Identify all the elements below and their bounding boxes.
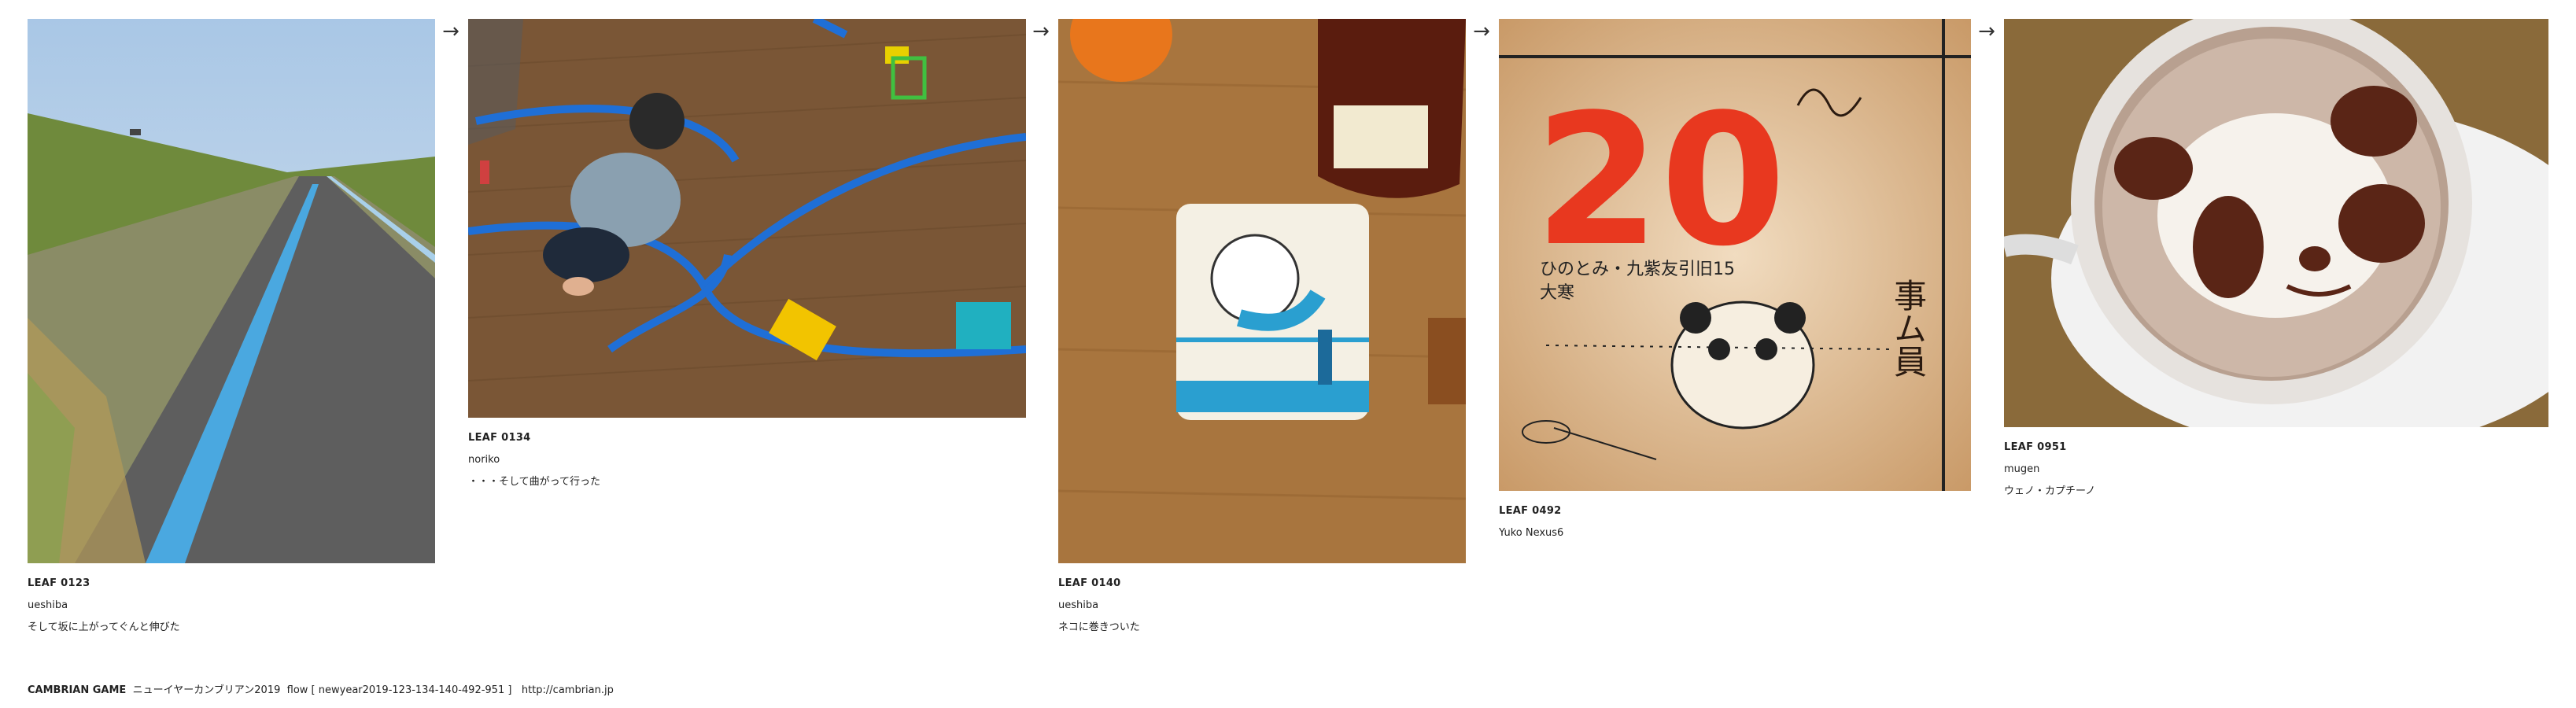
leaf-0123: LEAF 0123 ueshiba そして坂に上がってぐんと伸びた [28,19,435,639]
leaf-0951-photo[interactable] [2004,19,2548,427]
leaf-0134-photo[interactable] [468,19,1026,418]
leaf-id: LEAF 0492 [1499,505,1562,517]
calendar-day: 20 [1534,76,1786,286]
leaf-0140-image [1058,19,1466,563]
leaf-caption: ・・・そして曲がって行った [468,476,600,488]
leaf-0951-image [2004,19,2548,427]
footer-flow: flow [ newyear2019-123-134-140-492-951 ] [286,684,512,696]
footer-url[interactable]: http://cambrian.jp [522,684,614,696]
leaf-id: LEAF 0123 [28,577,90,589]
leaf-author[interactable]: ueshiba [1058,595,1466,617]
leaf-0951: LEAF 0951 mugen ウェノ・カプチーノ [2004,19,2548,503]
leaf-0492-photo[interactable]: 20 ひのとみ・九紫友引旧15 大寒 事ム員 [1499,19,1971,491]
leaf-author[interactable]: ueshiba [28,595,435,617]
footer-title: ニューイヤーカンブリアン2019 [132,684,281,696]
footer-brand[interactable]: CAMBRIAN GAME [28,684,126,696]
leaf-author[interactable]: noriko [468,449,1026,471]
leaf-0134-image [468,19,1026,418]
leaf-id: LEAF 0951 [2004,441,2067,453]
arrow-right-icon: → [442,20,459,43]
leaf-0123-photo[interactable] [28,19,435,563]
calendar-line1: ひのとみ・九紫友引旧15 [1540,260,1735,279]
arrow-right-icon: → [1978,20,1995,43]
leaf-0123-image [28,19,435,563]
calendar-line2: 大寒 [1540,283,1574,303]
leaf-id: LEAF 0134 [468,432,531,444]
leaf-caption: ネコに巻きついた [1058,621,1140,633]
leaf-0492-image: 20 ひのとみ・九紫友引旧15 大寒 事ム員 [1499,19,1971,491]
footer: CAMBRIAN GAME ニューイヤーカンブリアン2019 flow [ ne… [28,681,614,696]
calendar-handwriting: 事ム員 [1889,278,1928,378]
leaf-0134: LEAF 0134 noriko ・・・そして曲がって行った [468,19,1026,493]
leaf-caption: ウェノ・カプチーノ [2004,485,2096,497]
leaf-author[interactable]: mugen [2004,459,2548,481]
arrow-right-icon: → [1032,20,1050,43]
leaf-0140: LEAF 0140 ueshiba ネコに巻きついた [1058,19,1466,639]
leaf-0140-photo[interactable] [1058,19,1466,563]
arrow-right-icon: → [1473,20,1490,43]
leaf-0492: 20 ひのとみ・九紫友引旧15 大寒 事ム員 LEAF 0492 Yuko Ne… [1499,19,1971,544]
leaf-author[interactable]: Yuko Nexus6 [1499,522,1971,544]
leaf-id: LEAF 0140 [1058,577,1121,589]
leaf-caption: そして坂に上がってぐんと伸びた [28,621,180,633]
